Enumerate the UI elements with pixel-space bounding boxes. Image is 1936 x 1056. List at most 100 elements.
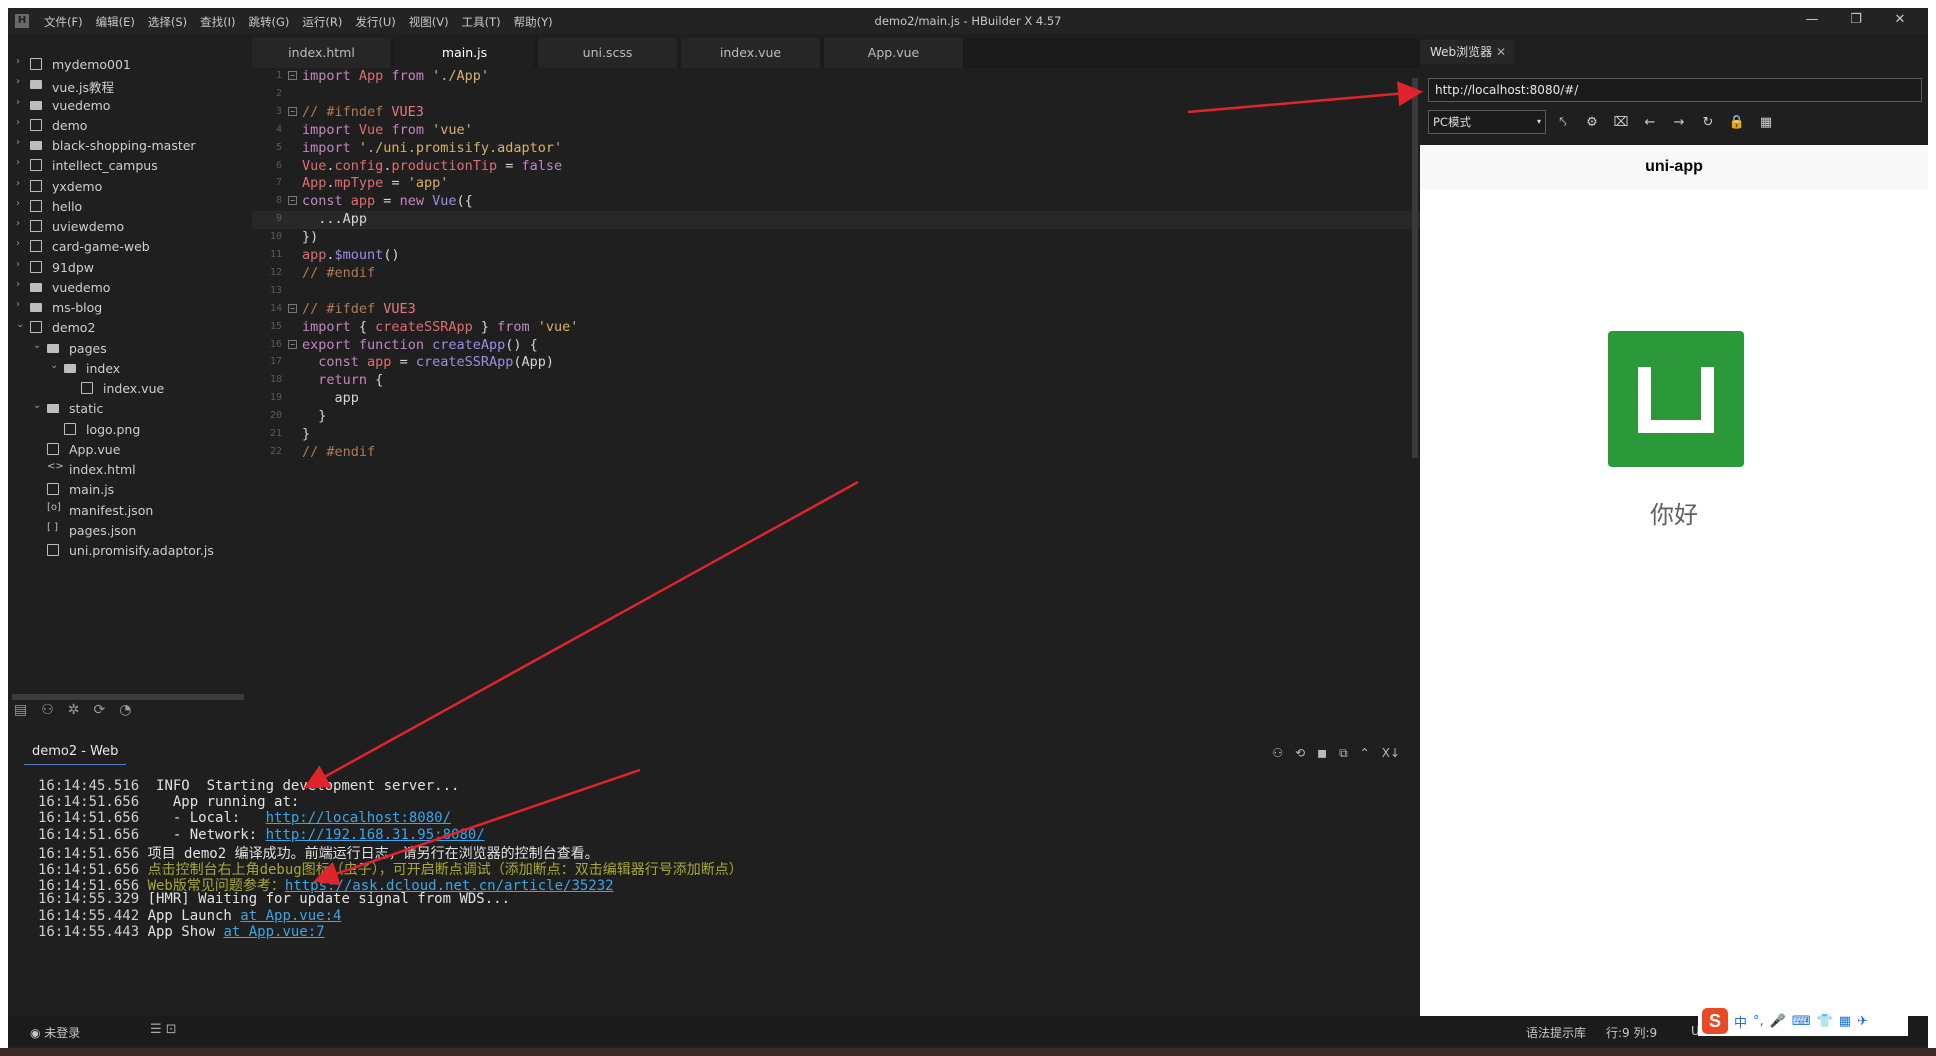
chevron-icon[interactable]: › bbox=[16, 218, 26, 229]
close-tab-icon[interactable]: ✕ bbox=[1496, 40, 1506, 64]
editor-tab[interactable]: main.js bbox=[395, 38, 535, 68]
chevron-icon[interactable]: › bbox=[16, 117, 26, 128]
code-line[interactable]: 20 } bbox=[252, 408, 1420, 426]
minimize-icon[interactable]: — bbox=[1790, 12, 1834, 27]
line-number[interactable]: 20 bbox=[252, 410, 282, 421]
browser-tool-icon[interactable]: → bbox=[1667, 115, 1691, 130]
chevron-icon[interactable]: › bbox=[16, 178, 26, 189]
chevron-icon[interactable]: › bbox=[16, 56, 26, 67]
chevron-icon[interactable]: › bbox=[16, 157, 26, 168]
code-line[interactable]: 10}) bbox=[252, 229, 1420, 247]
browser-tool-icon[interactable]: ⤣ bbox=[1551, 115, 1575, 130]
chevron-icon[interactable]: › bbox=[16, 198, 26, 209]
code-line[interactable]: 5 import './uni.promisify.adaptor' bbox=[252, 140, 1420, 158]
line-number[interactable]: 15 bbox=[252, 321, 282, 332]
line-number[interactable]: 14 bbox=[252, 303, 282, 314]
explorer-tool-icon[interactable]: ✲ bbox=[68, 702, 80, 728]
line-number[interactable]: 19 bbox=[252, 392, 282, 403]
editor-scrollbar[interactable] bbox=[1412, 78, 1418, 458]
console-tool-icon[interactable]: ◼ bbox=[1317, 746, 1327, 761]
code-line[interactable]: 11 app.$mount() bbox=[252, 247, 1420, 265]
code-line[interactable]: 9 ...App bbox=[252, 211, 1420, 230]
ime-icon[interactable]: ⌨ bbox=[1792, 1014, 1811, 1029]
log-link[interactable]: at App.vue:7 bbox=[223, 924, 324, 940]
log-link[interactable]: http://localhost:8080/ bbox=[266, 810, 451, 826]
explorer-tool-icon[interactable]: ▤ bbox=[14, 702, 27, 728]
chevron-icon[interactable]: › bbox=[16, 238, 26, 249]
tab-console-demo2-web[interactable]: demo2 - Web bbox=[24, 744, 127, 765]
line-number[interactable]: 4 bbox=[252, 124, 282, 135]
ime-icon[interactable]: 🎤 bbox=[1770, 1014, 1786, 1029]
code-editor[interactable]: 1− import App from './App' 2 3−// #ifndef V… bbox=[252, 68, 1420, 730]
log-link[interactable]: http://192.168.31.95:8080/ bbox=[266, 827, 485, 843]
line-number[interactable]: 6 bbox=[252, 160, 282, 171]
line-number[interactable]: 17 bbox=[252, 356, 282, 367]
chevron-icon[interactable]: › bbox=[16, 279, 26, 290]
line-number[interactable]: 11 bbox=[252, 249, 282, 260]
line-number[interactable]: 12 bbox=[252, 267, 282, 278]
chevron-icon[interactable]: ⌄ bbox=[33, 400, 43, 411]
line-number[interactable]: 3 bbox=[252, 106, 282, 117]
log-link[interactable]: at App.vue:4 bbox=[240, 908, 341, 924]
code-line[interactable]: 13 bbox=[252, 283, 1420, 301]
explorer-tool-icon[interactable]: ◔ bbox=[119, 702, 131, 728]
browser-tool-icon[interactable]: ⚙ bbox=[1580, 115, 1604, 130]
chevron-icon[interactable]: › bbox=[16, 137, 26, 148]
line-number[interactable]: 2 bbox=[252, 88, 282, 99]
code-line[interactable]: 2 bbox=[252, 86, 1420, 104]
chevron-icon[interactable]: › bbox=[16, 97, 26, 108]
cursor-position[interactable]: 行:9 列:9 bbox=[1606, 1024, 1657, 1041]
line-number[interactable]: 22 bbox=[252, 446, 282, 457]
fold-toggle-icon[interactable]: − bbox=[288, 339, 297, 349]
console-tool-icon[interactable]: ⧉ bbox=[1339, 746, 1348, 761]
code-line[interactable]: 1− import App from './App' bbox=[252, 68, 1420, 86]
fold-toggle-icon[interactable]: − bbox=[288, 196, 297, 206]
code-line[interactable]: 19 app bbox=[252, 390, 1420, 408]
line-number[interactable]: 16 bbox=[252, 339, 282, 350]
code-line[interactable]: 22 // #endif bbox=[252, 444, 1420, 462]
ime-icon[interactable]: °, bbox=[1753, 1014, 1764, 1029]
code-line[interactable]: 4 import Vue from 'vue' bbox=[252, 122, 1420, 140]
code-line[interactable]: 17 const app = createSSRApp(App) bbox=[252, 354, 1420, 372]
code-line[interactable]: 12 // #endif bbox=[252, 265, 1420, 283]
line-number[interactable]: 13 bbox=[252, 285, 282, 296]
line-number[interactable]: 8 bbox=[252, 195, 282, 206]
explorer-tool-icon[interactable]: ⟳ bbox=[94, 702, 106, 728]
browser-tool-icon[interactable]: ← bbox=[1638, 115, 1662, 130]
tab-web-browser[interactable]: Web浏览器 ✕ bbox=[1420, 40, 1514, 64]
tree-item[interactable]: uni.promisify.adaptor.js bbox=[8, 539, 252, 563]
ime-icon[interactable]: 中 bbox=[1734, 1012, 1747, 1031]
chevron-icon[interactable]: › bbox=[16, 76, 26, 87]
browser-tool-icon[interactable]: ⌧ bbox=[1609, 115, 1633, 130]
line-number[interactable]: 5 bbox=[252, 142, 282, 153]
syntax-hint-lib[interactable]: 语法提示库 bbox=[1526, 1024, 1586, 1041]
fold-toggle-icon[interactable]: − bbox=[288, 303, 297, 313]
line-number[interactable]: 1 bbox=[252, 70, 282, 81]
browser-tool-icon[interactable]: ↻ bbox=[1696, 115, 1720, 130]
editor-tab[interactable]: index.vue bbox=[681, 38, 821, 68]
console-tool-icon[interactable]: X↓ bbox=[1382, 746, 1400, 761]
code-line[interactable]: 7 App.mpType = 'app' bbox=[252, 175, 1420, 193]
login-status[interactable]: ◉ 未登录 bbox=[30, 1024, 80, 1041]
chevron-icon[interactable]: ⌄ bbox=[33, 340, 43, 351]
chevron-icon[interactable]: ⌄ bbox=[50, 360, 60, 371]
browser-tool-icon[interactable]: ▦ bbox=[1754, 115, 1778, 130]
code-line[interactable]: 16− export function createApp() { bbox=[252, 337, 1420, 355]
fold-toggle-icon[interactable]: − bbox=[288, 106, 297, 116]
ime-icon[interactable]: ▦ bbox=[1839, 1014, 1851, 1029]
fold-toggle-icon[interactable]: − bbox=[288, 71, 297, 80]
code-line[interactable]: 3−// #ifndef VUE3 bbox=[252, 104, 1420, 122]
code-line[interactable]: 21} bbox=[252, 426, 1420, 444]
line-number[interactable]: 10 bbox=[252, 231, 282, 242]
editor-tab[interactable]: index.html bbox=[252, 38, 392, 68]
editor-tab[interactable]: uni.scss bbox=[538, 38, 678, 68]
close-icon[interactable]: ✕ bbox=[1878, 12, 1922, 27]
line-number[interactable]: 18 bbox=[252, 374, 282, 385]
url-input[interactable]: http://localhost:8080/#/ bbox=[1428, 78, 1922, 102]
editor-tab[interactable]: App.vue bbox=[824, 38, 964, 68]
code-line[interactable]: 18 return { bbox=[252, 372, 1420, 390]
line-number[interactable]: 21 bbox=[252, 428, 282, 439]
code-line[interactable]: 14−// #ifdef VUE3 bbox=[252, 301, 1420, 319]
sogou-logo-icon[interactable]: S bbox=[1702, 1008, 1728, 1034]
code-line[interactable]: 8− const app = new Vue({ bbox=[252, 193, 1420, 211]
